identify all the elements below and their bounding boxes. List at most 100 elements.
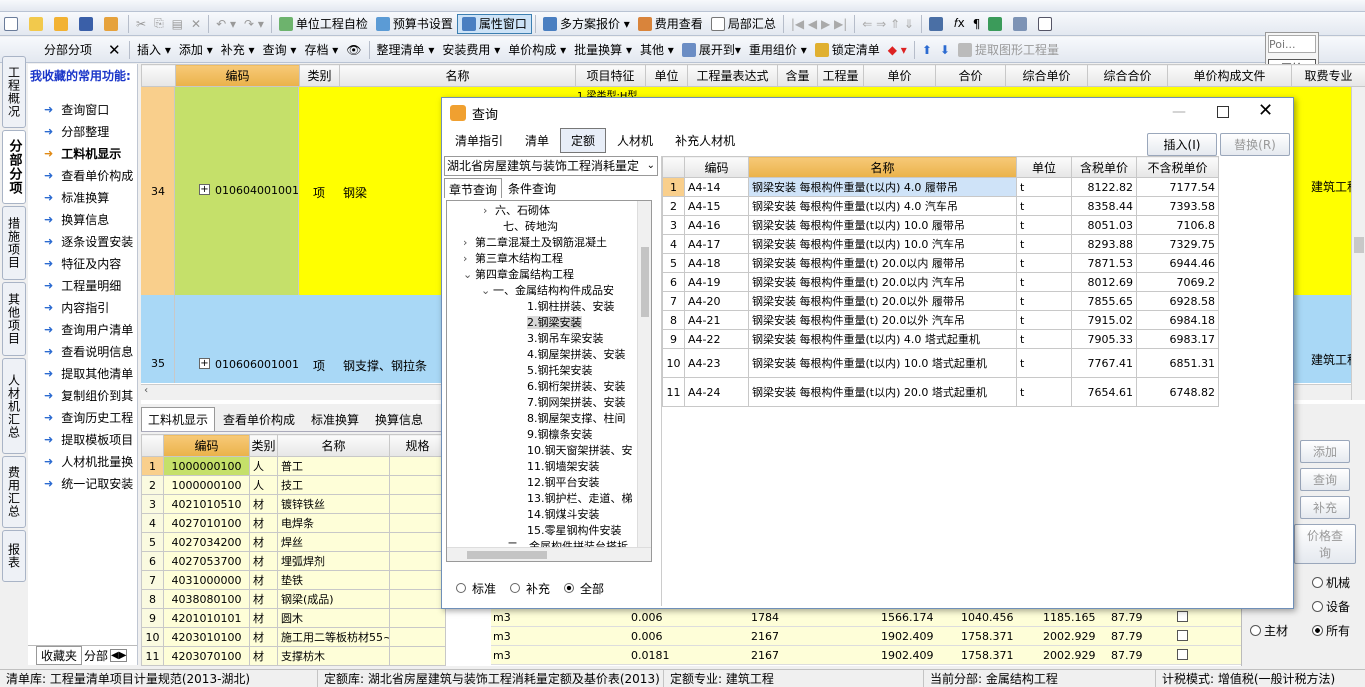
table-row[interactable]: 8 A4-21 钢梁安装 每根构件重量(t) 20.0以外 汽车吊 t 7915.02 6…: [662, 310, 1219, 330]
tax-included-price-header[interactable]: 含税单价: [1071, 156, 1137, 178]
composite-unit-price-header[interactable]: 综合单价: [1005, 64, 1088, 87]
unit-header[interactable]: 单位: [645, 64, 688, 87]
query-button[interactable]: 查询 ▾: [259, 40, 301, 60]
table-row[interactable]: 2 A4-15 钢梁安装 每根构件重量(t以内) 4.0 汽车吊 t 8358.44 73…: [662, 196, 1219, 216]
other-button[interactable]: 其他 ▾: [636, 40, 678, 60]
minimize-icon[interactable]: —: [1172, 104, 1186, 120]
table-row[interactable]: 7 4031000000 材垫铁: [141, 570, 446, 590]
tree-node[interactable]: 七、砖地沟: [447, 219, 637, 235]
favorite-item[interactable]: ➜ 查询历史工程: [28, 406, 137, 428]
table-row[interactable]: 6 A4-19 钢梁安装 每根构件重量(t) 20.0以内 汽车吊 t 8012.69 7…: [662, 272, 1219, 292]
code-header[interactable]: 编码: [175, 64, 300, 87]
fee-profession-header[interactable]: 取费专业: [1291, 64, 1365, 87]
multi-plan-button[interactable]: 多方案报价 ▾: [539, 14, 634, 34]
tree-node[interactable]: ⌄ 第四章金属结构工程: [447, 267, 637, 283]
checkbox[interactable]: [1177, 611, 1188, 622]
tab-measures[interactable]: 措施项目: [2, 206, 26, 280]
tree-node[interactable]: 8.钢屋架支撑、柱间: [447, 411, 637, 427]
tree-node[interactable]: 11.钢墙架安装: [447, 459, 637, 475]
archive-button[interactable]: 存档 ▾: [300, 40, 342, 60]
organize-list-button[interactable]: 整理清单 ▾: [373, 40, 439, 60]
radio-machine[interactable]: 机械: [1312, 574, 1350, 591]
price-file-header[interactable]: 单价构成文件: [1167, 64, 1292, 87]
favorite-item[interactable]: ➜ 统一记取安装: [28, 472, 137, 494]
favorite-item[interactable]: ➜ 查看说明信息: [28, 340, 137, 362]
tab-chapter-query[interactable]: 章节查询: [444, 178, 503, 198]
image-icon[interactable]: [1009, 14, 1034, 34]
favorite-item[interactable]: ➜ 查询窗口: [28, 98, 137, 120]
unit-price-header[interactable]: 单价: [863, 64, 936, 87]
tree-node[interactable]: 15.零星钢构件安装: [447, 523, 637, 539]
tab-labor-display[interactable]: 工料机显示: [141, 407, 216, 431]
cut-icon[interactable]: ✂: [132, 14, 150, 34]
tree-node[interactable]: 9.钢檩条安装: [447, 427, 637, 443]
maximize-icon[interactable]: [1217, 106, 1229, 118]
tree-node[interactable]: 二、金属构件拼装台搭拆: [447, 539, 637, 547]
insert-button[interactable]: 插入 ▾: [133, 40, 175, 60]
checkbox[interactable]: [1177, 649, 1188, 660]
tab-other-items[interactable]: 其他项目: [2, 282, 26, 356]
tree-node[interactable]: › 六、石砌体: [447, 203, 637, 219]
table-row[interactable]: 4 A4-17 钢梁安装 每根构件重量(t以内) 10.0 汽车吊 t 8293.88 7…: [662, 234, 1219, 254]
favorite-item[interactable]: ➜ 逐条设置安装: [28, 230, 137, 252]
table-row[interactable]: 3 4021010510 材镀锌铁丝: [141, 494, 446, 514]
tree-vscroll[interactable]: [637, 201, 651, 547]
labor-spec-header[interactable]: 规格: [389, 434, 446, 457]
tab-supplement-labor[interactable]: 补充人材机: [664, 128, 746, 153]
tree-node[interactable]: 1.钢柱拼装、安装: [447, 299, 637, 315]
favorite-item[interactable]: ➜ 提取模板项目: [28, 428, 137, 450]
table-row[interactable]: 10 A4-23 钢梁安装 每根构件重量(t以内) 10.0 塔式起重机 t 7767.…: [662, 348, 1219, 378]
radio-equipment[interactable]: 设备: [1312, 598, 1350, 615]
radio-main-material[interactable]: 主材: [1250, 622, 1288, 639]
tree-node[interactable]: › 第二章混凝土及钢筋混凝土: [447, 235, 637, 251]
tree-node[interactable]: 13.钢护栏、走道、梯: [447, 491, 637, 507]
content-header[interactable]: 含量: [777, 64, 818, 87]
tree-expand-icon[interactable]: ⌄: [481, 283, 490, 299]
table-row[interactable]: 9 4201010101 材圆木: [141, 608, 446, 628]
new-icon[interactable]: [0, 14, 25, 34]
tab-labor-material-summary[interactable]: 人材机汇总: [2, 358, 26, 454]
radio-standard[interactable]: 标准: [456, 580, 496, 597]
tree-node[interactable]: 3.钢吊车梁安装: [447, 331, 637, 347]
table-row[interactable]: 5 A4-18 钢梁安装 每根构件重量(t) 20.0以内 履带吊 t 7871.53 6…: [662, 253, 1219, 273]
tree-node[interactable]: 4.钢屋架拼装、安装: [447, 347, 637, 363]
tree-node[interactable]: 14.钢煤斗安装: [447, 507, 637, 523]
expand-icon[interactable]: +: [199, 358, 210, 369]
book-icon[interactable]: [984, 14, 1009, 34]
partial-summary-checkbox[interactable]: 局部汇总: [707, 14, 780, 34]
copy-icon[interactable]: ⎘: [150, 14, 168, 34]
favorite-item[interactable]: ➜ 内容指引: [28, 296, 137, 318]
table-row[interactable]: 3 A4-16 钢梁安装 每根构件重量(t以内) 10.0 履带吊 t 8051.03 7…: [662, 215, 1219, 235]
add-button[interactable]: 添加 ▾: [175, 40, 217, 60]
favorite-item[interactable]: ➜ 人材机批量换: [28, 450, 137, 472]
color-fill-icon[interactable]: ◆ ▾: [884, 40, 911, 60]
radio-supplement[interactable]: 补充: [510, 580, 550, 597]
binoculars-icon[interactable]: 👁: [342, 40, 365, 60]
tree-node[interactable]: › 第三章木结构工程: [447, 251, 637, 267]
price-query-button[interactable]: 价格查询: [1294, 524, 1356, 564]
tree-expand-icon[interactable]: ›: [483, 203, 487, 219]
tab-convert-info[interactable]: 换算信息: [367, 408, 431, 431]
table-row[interactable]: 5 4027034200 材焊丝: [141, 532, 446, 552]
favorites-tab[interactable]: 收藏夹: [36, 646, 83, 665]
supplement-button[interactable]: 补充: [1300, 496, 1350, 519]
open-folder-icon[interactable]: [50, 14, 75, 34]
budget-settings-button[interactable]: 预算书设置: [372, 14, 457, 34]
insert-button[interactable]: 插入(I): [1147, 133, 1217, 156]
batch-convert-button[interactable]: 批量换算 ▾: [570, 40, 636, 60]
quantity-header[interactable]: 工程量: [817, 64, 864, 87]
type-header[interactable]: 类别: [299, 64, 340, 87]
favorite-item[interactable]: ➜ 复制组价到其: [28, 384, 137, 406]
nav-first-icon[interactable]: |◀ ◀ ▶ ▶|: [787, 14, 851, 34]
total-price-header[interactable]: 合价: [935, 64, 1006, 87]
tab-scroll-icon[interactable]: ◀▶: [110, 649, 128, 662]
export-icon[interactable]: [100, 14, 125, 34]
table-row[interactable]: 7 A4-20 钢梁安装 每根构件重量(t) 20.0以外 履带吊 t 7855.65 6…: [662, 291, 1219, 311]
delete-icon[interactable]: ✕: [187, 14, 205, 34]
move-up-icon[interactable]: ⬆: [918, 40, 936, 60]
quota-name-header[interactable]: 名称: [748, 156, 1017, 178]
tab-sub-items[interactable]: 分部分项: [2, 130, 26, 204]
favorite-item[interactable]: ➜ 标准换算: [28, 186, 137, 208]
tree-node[interactable]: 12.钢平台安装: [447, 475, 637, 491]
lock-list-button[interactable]: 锁定清单: [811, 40, 884, 60]
